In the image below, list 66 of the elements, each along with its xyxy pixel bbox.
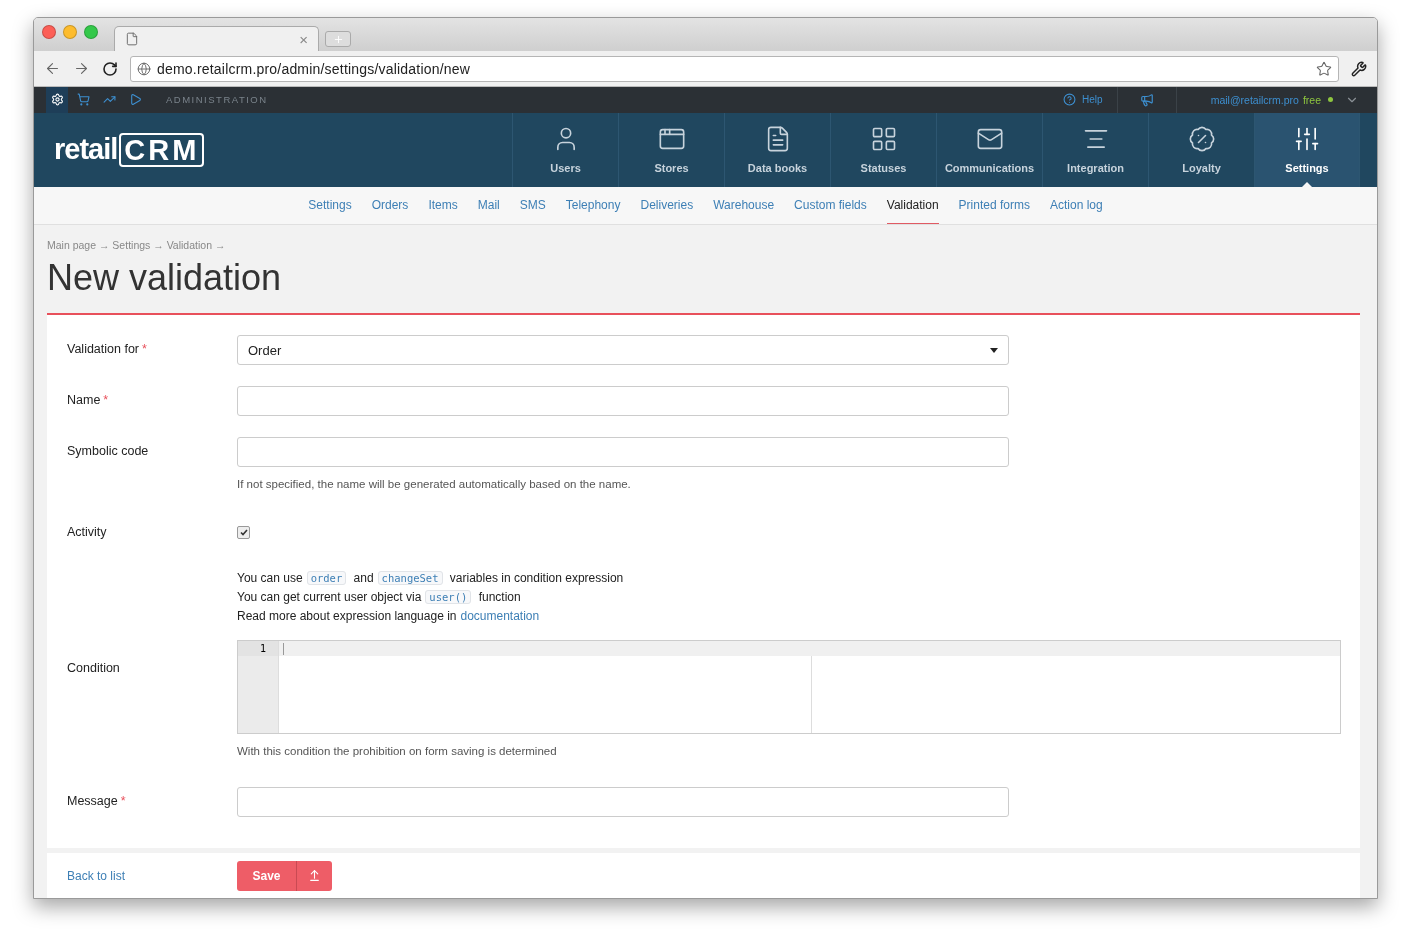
field-label: Validation for * xyxy=(67,341,148,358)
address-bar[interactable]: demo.retailcrm.pro/admin/settings/validation/new xyxy=(130,55,1339,82)
nav-item[interactable]: Statuses xyxy=(830,112,936,187)
settings-glyph-icon xyxy=(50,93,64,107)
nav-item[interactable]: Users xyxy=(512,112,618,187)
help-icon xyxy=(1063,93,1077,107)
nav-item[interactable]: Integration xyxy=(1042,112,1148,187)
close-button[interactable]: × xyxy=(299,30,308,48)
status-dot xyxy=(1328,97,1333,103)
field-label: Message * xyxy=(67,793,127,810)
star-icon[interactable] xyxy=(1316,60,1332,77)
subnav-tab[interactable]: SMS xyxy=(519,186,546,224)
logo[interactable]: retail CRM xyxy=(54,132,512,167)
hint-text: With this condition the prohibition on form saving is determined xyxy=(237,745,558,757)
subnav-tab[interactable]: Telephony xyxy=(565,186,621,224)
megaphone-icon xyxy=(1139,92,1154,107)
hint-text: If not specified, the name will be generated automatically based on the name. xyxy=(237,478,632,490)
browser-tab[interactable]: × xyxy=(114,26,319,52)
settings-icon[interactable] xyxy=(46,86,68,113)
subnav-tab[interactable]: Validation xyxy=(886,186,939,224)
close-window-button[interactable] xyxy=(42,25,56,39)
loyalty-icon xyxy=(1187,125,1216,154)
select-field[interactable]: Order xyxy=(237,335,1009,365)
help-text: You can use order and changeSet variables in condition expression xyxy=(237,570,625,587)
help-text: Read more about expression language in documentation xyxy=(237,608,541,625)
field-label: Symbolic code xyxy=(67,443,150,460)
documentation-link[interactable]: documentation xyxy=(460,609,540,623)
page-title: New validation xyxy=(47,257,283,299)
globe-icon xyxy=(137,61,151,76)
play-glyph-icon xyxy=(128,93,142,107)
breadcrumbs: Main page → Settings → Validation → xyxy=(47,239,227,251)
save-button[interactable]: Save xyxy=(237,860,296,891)
subnav-tab[interactable]: Items xyxy=(428,186,458,224)
field-label: Activity xyxy=(67,524,108,539)
subnav-tab[interactable]: Printed forms xyxy=(958,186,1030,224)
subnav-tab[interactable]: Deliveries xyxy=(640,186,694,224)
reload-icon[interactable] xyxy=(102,60,118,77)
save-and-exit-button[interactable] xyxy=(296,860,332,891)
wrench-icon[interactable] xyxy=(1351,60,1367,77)
nav-item[interactable]: Stores xyxy=(618,112,724,187)
field-label: Name * xyxy=(67,392,110,409)
plus-icon xyxy=(332,33,344,45)
checkbox[interactable] xyxy=(237,526,250,539)
subnav-tab[interactable]: Orders xyxy=(371,186,409,224)
check-icon xyxy=(239,529,248,536)
field-label: Condition xyxy=(67,660,121,677)
nav-item[interactable]: Settings xyxy=(1254,112,1360,187)
nav-item[interactable]: Communications xyxy=(936,112,1042,187)
section-label: ADMINISTRATION xyxy=(166,94,269,106)
cart-glyph-icon xyxy=(76,93,90,107)
plan-label: free xyxy=(1302,93,1321,106)
subnav-tab[interactable]: Action log xyxy=(1049,186,1103,224)
help-text: You can get current user object via user() function xyxy=(237,589,522,606)
subnav-tab[interactable]: Warehouse xyxy=(713,186,775,224)
upload-arrow-icon xyxy=(308,869,321,882)
line-number: 1 xyxy=(238,641,278,656)
code-editor[interactable]: 1 xyxy=(237,640,1341,734)
back-link[interactable]: Back to list xyxy=(67,868,237,883)
help-link[interactable]: Help xyxy=(1049,86,1118,113)
user-email[interactable]: mail@retailcrm.pro xyxy=(1210,93,1299,106)
subnav-tab[interactable]: Mail xyxy=(477,186,500,224)
page-icon xyxy=(125,32,139,47)
subnav-tab[interactable]: Custom fields xyxy=(794,186,867,224)
subnav-tab[interactable]: Settings xyxy=(308,186,352,224)
nav-item[interactable]: Data books xyxy=(724,112,830,187)
caret-icon xyxy=(990,347,998,353)
